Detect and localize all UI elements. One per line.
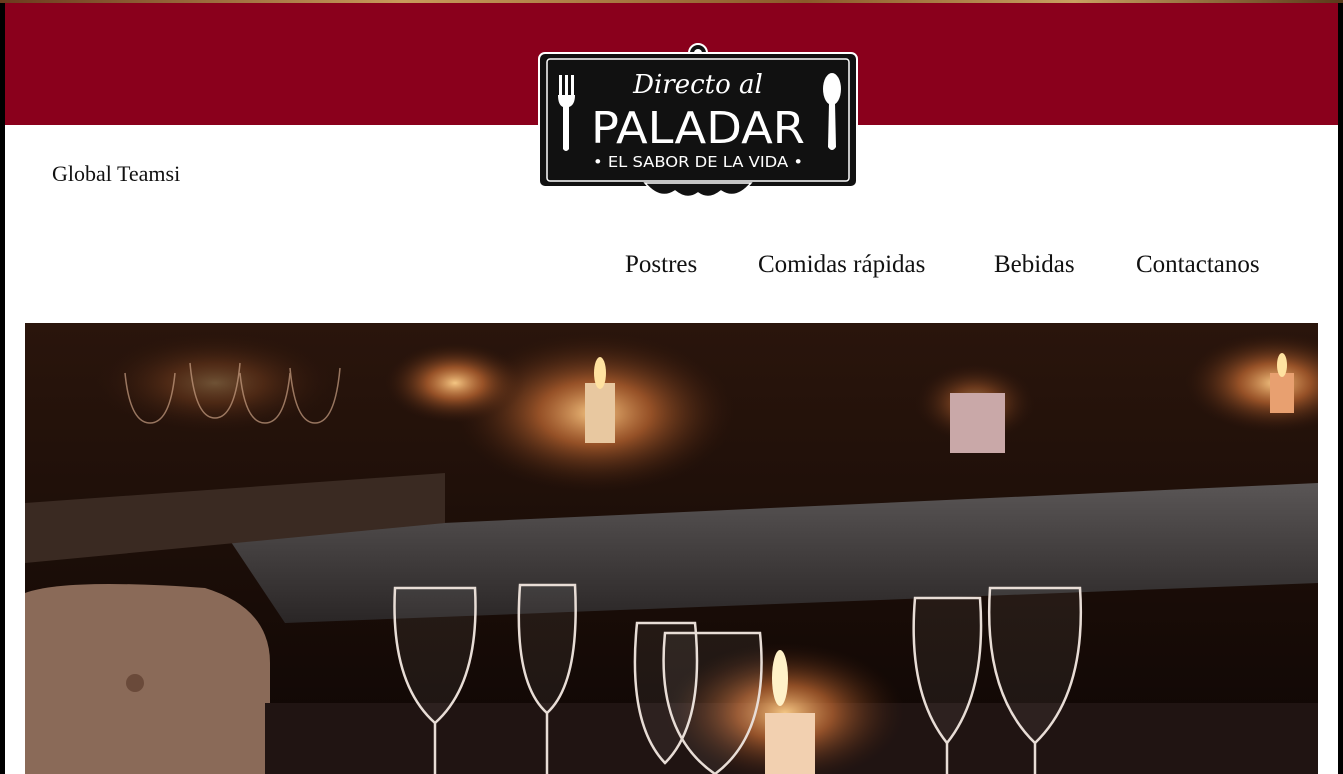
nav-link-postres[interactable]: Postres bbox=[625, 251, 697, 279]
nav-link-contactanos[interactable]: Contactanos bbox=[1136, 251, 1260, 279]
site-logo[interactable]: Directo al PALADAR • EL SABOR DE LA VIDA… bbox=[535, 43, 861, 201]
page-frame: Global Teamsi Directo al PALADAR • EL SA… bbox=[5, 3, 1338, 774]
brand-name: Global Teamsi bbox=[52, 161, 181, 186]
nav-link-bebidas[interactable]: Bebidas bbox=[994, 251, 1075, 279]
main-nav: Postres Comidas rápidas Bebidas Contacta… bbox=[5, 251, 1338, 285]
logo-script: Directo al bbox=[632, 70, 763, 100]
logo-tagline: • EL SABOR DE LA VIDA • bbox=[593, 153, 803, 171]
logo-title: PALADAR bbox=[591, 103, 805, 154]
nav-link-comidas-rapidas[interactable]: Comidas rápidas bbox=[758, 251, 925, 279]
hero-image bbox=[25, 323, 1318, 774]
